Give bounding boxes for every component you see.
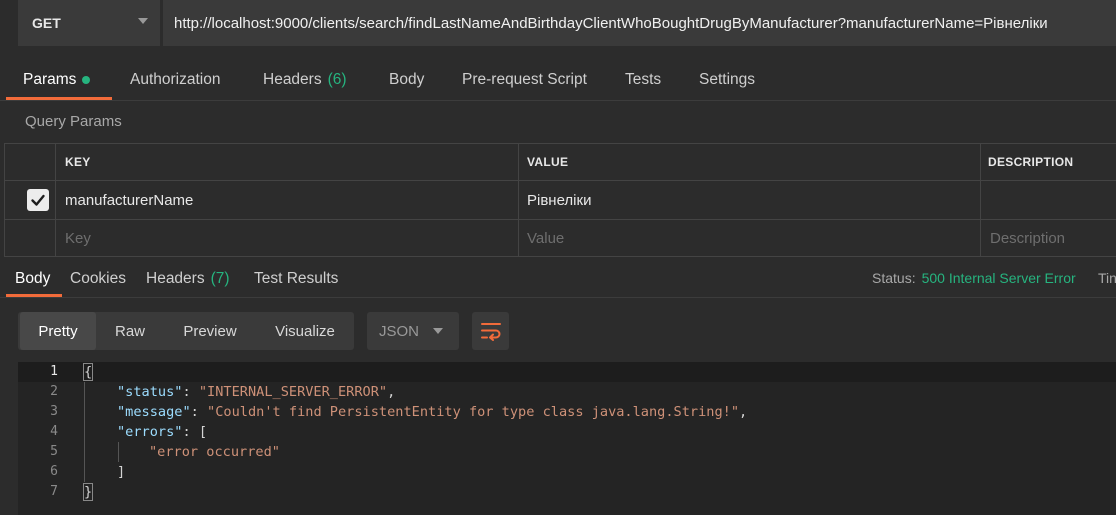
tab-headers[interactable]: Headers (6) bbox=[263, 62, 347, 98]
json-punct: : [ bbox=[182, 424, 208, 440]
indent-guide bbox=[118, 442, 119, 462]
new-param-value-input[interactable]: Value bbox=[527, 219, 564, 257]
format-select[interactable]: JSON bbox=[367, 312, 459, 350]
new-param-description-input[interactable]: Description bbox=[990, 219, 1065, 257]
json-key: "message" bbox=[117, 404, 191, 420]
table-column-divider bbox=[980, 143, 981, 257]
format-label: JSON bbox=[379, 322, 420, 340]
json-brace: { bbox=[82, 363, 94, 381]
response-tab-headers[interactable]: Headers (7) bbox=[146, 267, 230, 291]
tab-authorization-label: Authorization bbox=[130, 71, 221, 88]
checkmark-icon bbox=[31, 194, 45, 206]
response-tab-body[interactable]: Body bbox=[15, 267, 50, 291]
divider bbox=[0, 100, 1116, 101]
json-key: "errors" bbox=[117, 424, 183, 440]
tab-authorization[interactable]: Authorization bbox=[130, 62, 220, 98]
status-value: 500 Internal Server Error bbox=[921, 270, 1076, 286]
method-select[interactable]: GET bbox=[18, 0, 160, 46]
query-params-title: Query Params bbox=[25, 113, 122, 130]
view-raw-button[interactable]: Raw bbox=[98, 312, 162, 350]
column-header-description: DESCRIPTION bbox=[988, 154, 1074, 169]
code-line: "message": "Couldn't find PersistentEnti… bbox=[117, 402, 747, 422]
tab-settings[interactable]: Settings bbox=[699, 62, 755, 98]
column-header-value: VALUE bbox=[527, 154, 569, 169]
param-description-cell[interactable] bbox=[988, 181, 1108, 219]
table-column-divider bbox=[55, 143, 56, 257]
indent-guide bbox=[84, 382, 85, 482]
json-punct: : bbox=[182, 384, 199, 400]
wrap-lines-icon bbox=[480, 323, 501, 341]
method-label: GET bbox=[32, 15, 61, 31]
chevron-down-icon bbox=[138, 18, 148, 24]
tab-headers-count: (6) bbox=[327, 71, 347, 88]
param-enabled-checkbox[interactable] bbox=[27, 189, 49, 211]
line-number: 5 bbox=[50, 444, 58, 459]
json-string: "Couldn't find PersistentEntity for type… bbox=[207, 404, 740, 420]
json-punct: , bbox=[387, 384, 396, 400]
response-tab-cookies[interactable]: Cookies bbox=[70, 267, 126, 291]
response-status: Status: 500 Internal Server Error bbox=[872, 270, 1076, 286]
params-active-dot bbox=[82, 76, 91, 84]
current-line-highlight bbox=[18, 362, 1116, 382]
line-number: 6 bbox=[50, 464, 58, 479]
code-line: { bbox=[82, 362, 94, 382]
wrap-lines-button[interactable] bbox=[472, 312, 509, 350]
line-number: 3 bbox=[50, 404, 58, 419]
new-param-key-input[interactable]: Key bbox=[65, 219, 91, 257]
code-line: "status": "INTERNAL_SERVER_ERROR", bbox=[117, 382, 395, 402]
json-punct: ] bbox=[117, 464, 126, 480]
view-visualize-button[interactable]: Visualize bbox=[258, 312, 352, 350]
tab-tests[interactable]: Tests bbox=[625, 62, 661, 98]
tab-headers-label: Headers bbox=[263, 71, 322, 88]
tab-tests-label: Tests bbox=[625, 71, 662, 88]
tab-pre-request-script-label: Pre-request Script bbox=[462, 71, 587, 88]
url-text: http://localhost:9000/clients/search/fin… bbox=[174, 14, 1048, 32]
response-tab-headers-label: Headers bbox=[146, 270, 205, 287]
line-number: 4 bbox=[50, 424, 58, 439]
json-punct: : bbox=[190, 404, 208, 420]
divider bbox=[0, 297, 1116, 298]
json-punct: , bbox=[739, 404, 748, 420]
response-tab-body-label: Body bbox=[15, 270, 51, 287]
json-brace: } bbox=[82, 483, 94, 501]
code-line: "errors": [ bbox=[117, 422, 207, 442]
response-tab-test-results-label: Test Results bbox=[254, 270, 339, 287]
tab-settings-label: Settings bbox=[699, 71, 756, 88]
response-tab-cookies-label: Cookies bbox=[70, 270, 126, 287]
status-label: Status: bbox=[872, 270, 916, 286]
column-header-key: KEY bbox=[65, 154, 91, 169]
param-key-cell[interactable]: manufacturerName bbox=[65, 181, 193, 219]
code-line: ] bbox=[117, 462, 125, 482]
tab-pre-request-script[interactable]: Pre-request Script bbox=[462, 62, 587, 98]
chevron-down-icon bbox=[433, 328, 443, 334]
json-key: "status" bbox=[117, 384, 183, 400]
view-preview-button[interactable]: Preview bbox=[166, 312, 254, 350]
code-line: } bbox=[82, 482, 94, 502]
tab-params[interactable]: Params bbox=[23, 62, 91, 98]
json-string: "INTERNAL_SERVER_ERROR" bbox=[198, 384, 388, 400]
line-number: 1 bbox=[50, 364, 58, 379]
url-input[interactable]: http://localhost:9000/clients/search/fin… bbox=[163, 0, 1116, 46]
tab-body-label: Body bbox=[389, 71, 425, 88]
view-pretty-button[interactable]: Pretty bbox=[20, 312, 96, 350]
json-string: "error occurred" bbox=[149, 444, 280, 460]
response-tab-headers-count: (7) bbox=[210, 270, 230, 287]
table-column-divider bbox=[518, 143, 519, 257]
tab-params-label: Params bbox=[23, 71, 77, 88]
line-number: 7 bbox=[50, 484, 58, 499]
tab-body[interactable]: Body bbox=[389, 62, 424, 98]
param-value-cell[interactable]: Рівнеліки bbox=[527, 181, 591, 219]
response-time-label: Tin bbox=[1098, 270, 1116, 286]
code-line: "error occurred" bbox=[149, 442, 280, 462]
response-tab-test-results[interactable]: Test Results bbox=[254, 267, 338, 291]
line-number: 2 bbox=[50, 384, 58, 399]
